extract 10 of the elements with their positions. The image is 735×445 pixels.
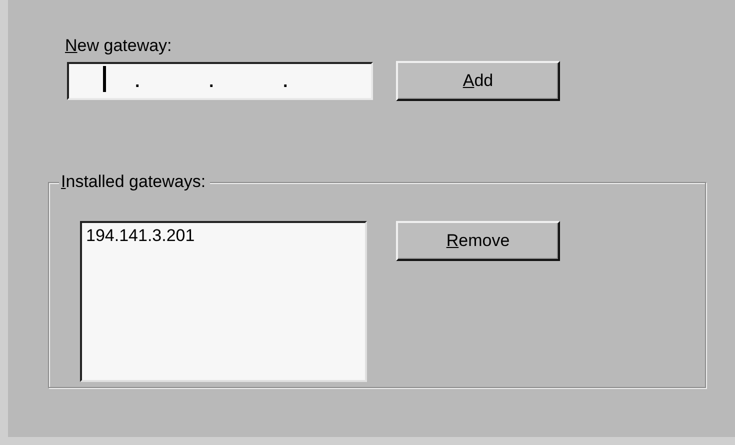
field-label: New gateway: bbox=[65, 36, 172, 56]
ip-separator: . bbox=[283, 74, 289, 90]
list-item[interactable]: 194.141.3.201 bbox=[86, 226, 195, 246]
remove-button[interactable]: Remove bbox=[396, 221, 560, 261]
ip-address-field[interactable]: . . . bbox=[67, 62, 373, 100]
ip-separator: . bbox=[209, 74, 215, 90]
gateway-list[interactable]: 194.141.3.201 bbox=[80, 221, 367, 382]
ip-separator: . bbox=[135, 74, 141, 90]
group-label: Installed gateways: bbox=[59, 172, 210, 192]
add-button[interactable]: Add bbox=[396, 61, 560, 101]
